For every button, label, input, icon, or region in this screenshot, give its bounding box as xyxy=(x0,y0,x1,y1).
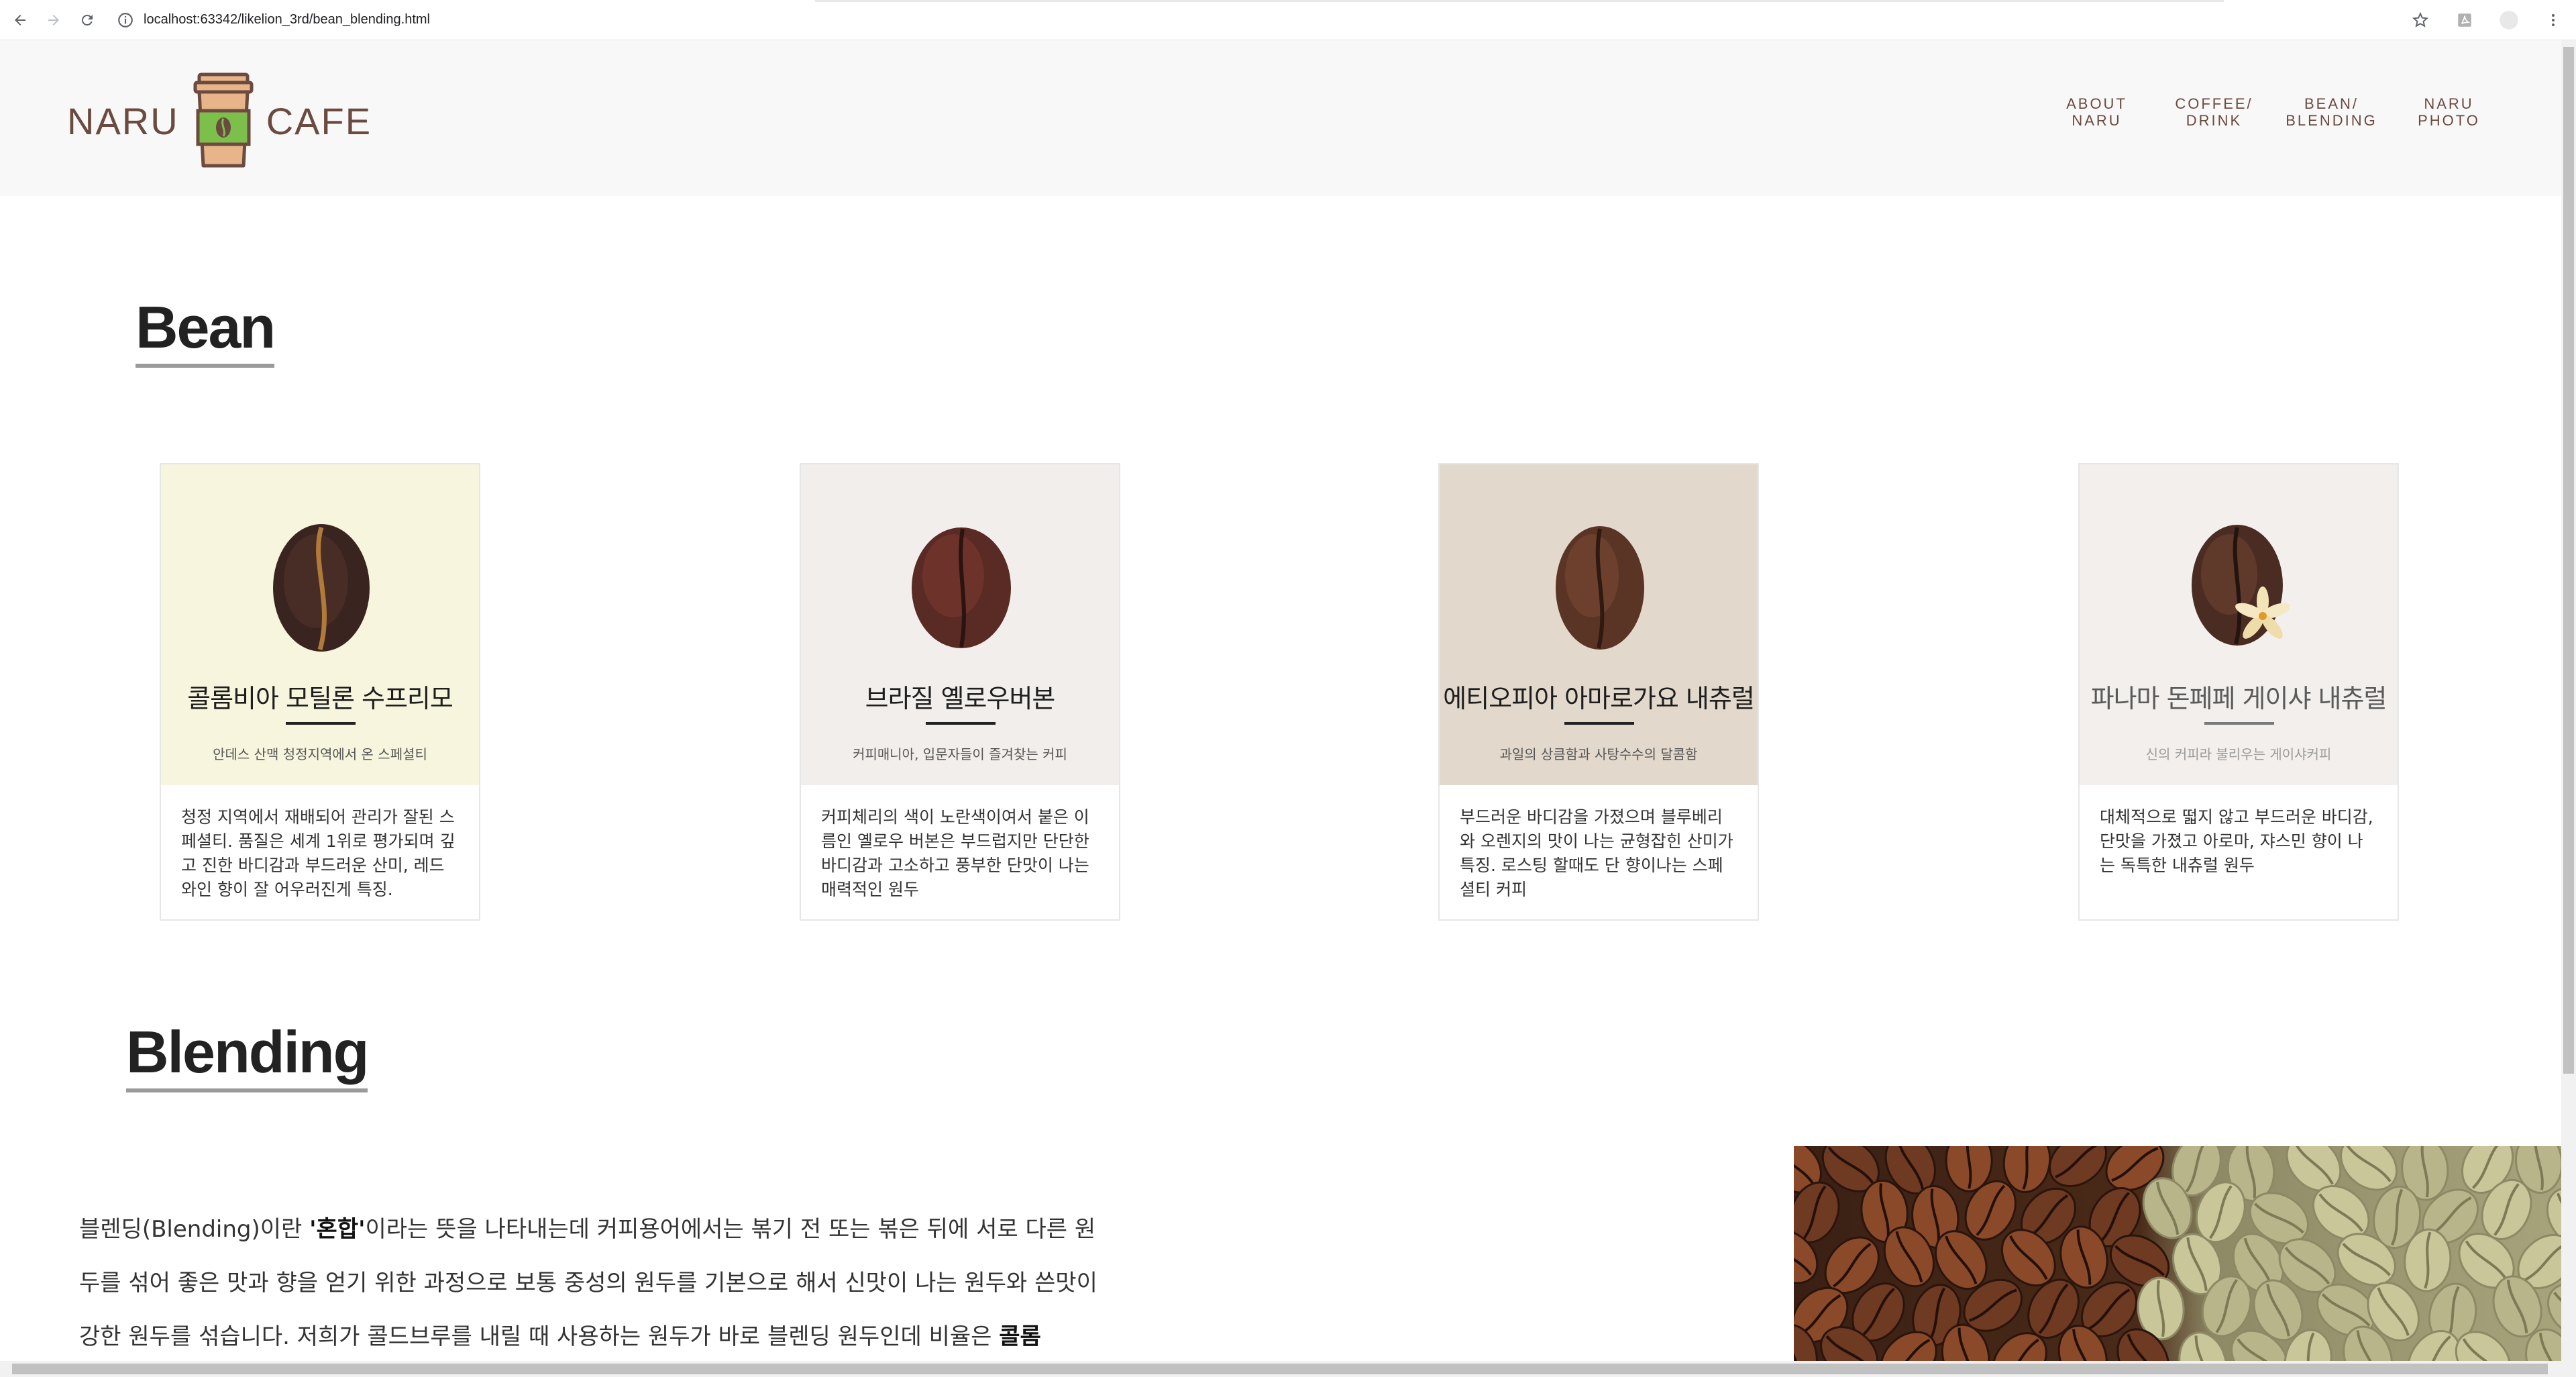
nav-bean-blending[interactable]: BEAN/ BLENDING xyxy=(2273,95,2390,129)
bean-subtitle: 커피매니아, 입문자들이 즐겨찾는 커피 xyxy=(853,746,1067,762)
divider xyxy=(2204,722,2274,725)
nav-naru-photo[interactable]: NARU PHOTO xyxy=(2390,95,2508,129)
bean-name: 에티오피아 아마로가요 내츄럴 xyxy=(1443,684,1755,713)
nav-label: DRINK xyxy=(2186,112,2243,129)
nav-label: PHOTO xyxy=(2418,112,2480,129)
bean-section-title: Bean xyxy=(136,295,276,368)
horizontal-scroll-thumb[interactable] xyxy=(12,1364,2548,1374)
forward-icon[interactable] xyxy=(40,7,67,34)
nav-label: BEAN/ xyxy=(2304,95,2359,112)
nav-label: NARU xyxy=(2424,95,2474,112)
nav-label: BLENDING xyxy=(2286,112,2377,129)
coffee-bean-with-flower-image xyxy=(2192,525,2290,646)
logo-text-cafe: CAFE xyxy=(266,99,372,142)
bean-subtitle: 과일의 상큼함과 사탕수수의 달콤함 xyxy=(1499,746,1698,762)
divider xyxy=(926,722,996,725)
info-icon[interactable] xyxy=(117,11,134,29)
beans-photo-illustration xyxy=(1794,1146,2561,1361)
coffee-bean-image xyxy=(912,527,1011,648)
divider xyxy=(1564,722,1634,725)
coffee-bean-image xyxy=(273,524,370,652)
bean-name: 브라질 옐로우버본 xyxy=(865,684,1056,713)
reload-icon[interactable] xyxy=(74,7,101,34)
nav-about-naru[interactable]: ABOUT NARU xyxy=(2038,95,2155,129)
horizontal-scrollbar[interactable] xyxy=(0,1361,2576,1377)
roasted-green-beans-photo xyxy=(1794,1146,2561,1361)
bean-name: 파나마 돈페페 게이샤 내츄럴 xyxy=(2090,684,2387,713)
nav-label: NARU xyxy=(2072,112,2122,129)
divider xyxy=(286,722,356,725)
url-text: localhost:63342/likelion_3rd/bean_blendi… xyxy=(144,12,430,27)
main-nav: ABOUT NARU COFFEE/ DRINK BEAN/ BLENDING … xyxy=(2038,95,2508,129)
card-image-area: 에티오피아 아마로가요 내츄럴 과일의 상큼함과 사탕수수의 달콤함 xyxy=(1440,464,1758,785)
bean-card-brazil[interactable]: 브라질 옐로우버본 커피매니아, 입문자들이 즐겨찾는 커피 커피체리의 색이 … xyxy=(800,463,1120,921)
bean-card-colombia[interactable]: 콜롬비아 모틸론 수프리모 안데스 산맥 청정지역에서 온 스페셜티 청정 지역… xyxy=(160,463,480,921)
vertical-scroll-thumb[interactable] xyxy=(2563,47,2574,1074)
menu-kebab-icon[interactable] xyxy=(2540,7,2567,34)
bean-subtitle: 신의 커피라 불리우는 게이샤커피 xyxy=(2145,746,2332,762)
bean-card-panama[interactable]: 파나마 돈페페 게이샤 내츄럴 신의 커피라 불리우는 게이샤커피 대체적으로 … xyxy=(2078,463,2399,921)
bean-name: 콜롬비아 모틸론 수프리모 xyxy=(187,684,453,713)
bean-description: 부드러운 바디감을 가졌으며 블루베리와 오렌지의 맛이 나는 균형잡힌 산미가… xyxy=(1460,807,1733,899)
back-icon[interactable] xyxy=(7,7,34,34)
card-image-area: 브라질 옐로우버본 커피매니아, 입문자들이 즐겨찾는 커피 xyxy=(801,464,1119,785)
blend-text-bold: '혼합' xyxy=(309,1216,366,1243)
blend-text-bold: 콜롬 xyxy=(999,1323,1041,1350)
card-image-area: 파나마 돈페페 게이샤 내츄럴 신의 커피라 불리우는 게이샤커피 xyxy=(2080,464,2398,785)
logo[interactable]: NARU CAFE xyxy=(67,67,372,174)
browser-toolbar: localhost:63342/likelion_3rd/bean_blendi… xyxy=(0,0,2576,40)
nav-coffee-drink[interactable]: COFFEE/ DRINK xyxy=(2155,95,2273,129)
blend-text-part: 블렌딩(Blending)이란 xyxy=(79,1216,310,1243)
bean-description: 대체적으로 떫지 않고 부드러운 바디감, 단맛을 가졌고 아로마, 쟈스민 향… xyxy=(2100,807,2373,875)
vertical-scrollbar[interactable] xyxy=(2561,40,2576,1361)
bean-subtitle: 안데스 산맥 청정지역에서 온 스페셜티 xyxy=(213,746,427,762)
address-bar[interactable]: localhost:63342/likelion_3rd/bean_blendi… xyxy=(117,5,2390,35)
site-header: NARU CAFE ABOUT NARU COFFEE/ DRINK BEAN/… xyxy=(0,40,2561,196)
coffee-bean-image xyxy=(1556,526,1644,650)
coffee-cup-icon xyxy=(193,72,254,168)
logo-text-naru: NARU xyxy=(67,99,179,142)
bean-description: 청정 지역에서 재배되어 관리가 잘된 스페셜티. 품질은 세계 1위로 평가되… xyxy=(181,807,455,899)
nav-label: ABOUT xyxy=(2066,95,2127,112)
card-image-area: 콜롬비아 모틸론 수프리모 안데스 산맥 청정지역에서 온 스페셜티 xyxy=(161,464,479,785)
blending-section-title: Blending xyxy=(126,1020,369,1092)
nav-label: COFFEE/ xyxy=(2175,95,2253,112)
bean-card-ethiopia[interactable]: 에티오피아 아마로가요 내츄럴 과일의 상큼함과 사탕수수의 달콤함 부드러운 … xyxy=(1438,463,1759,921)
profile-avatar-icon[interactable] xyxy=(2496,7,2522,34)
bean-description: 커피체리의 색이 노란색이여서 붙은 이름인 옐로우 버본은 부드럽지만 단단한… xyxy=(821,807,1089,899)
blending-paragraph: 블렌딩(Blending)이란 '혼합'이라는 뜻을 나타내는데 커피용어에서는… xyxy=(79,1203,1099,1364)
pdf-extension-icon[interactable] xyxy=(2451,7,2478,34)
page-load-progress xyxy=(815,0,2224,2)
bookmark-star-icon[interactable] xyxy=(2407,7,2434,34)
